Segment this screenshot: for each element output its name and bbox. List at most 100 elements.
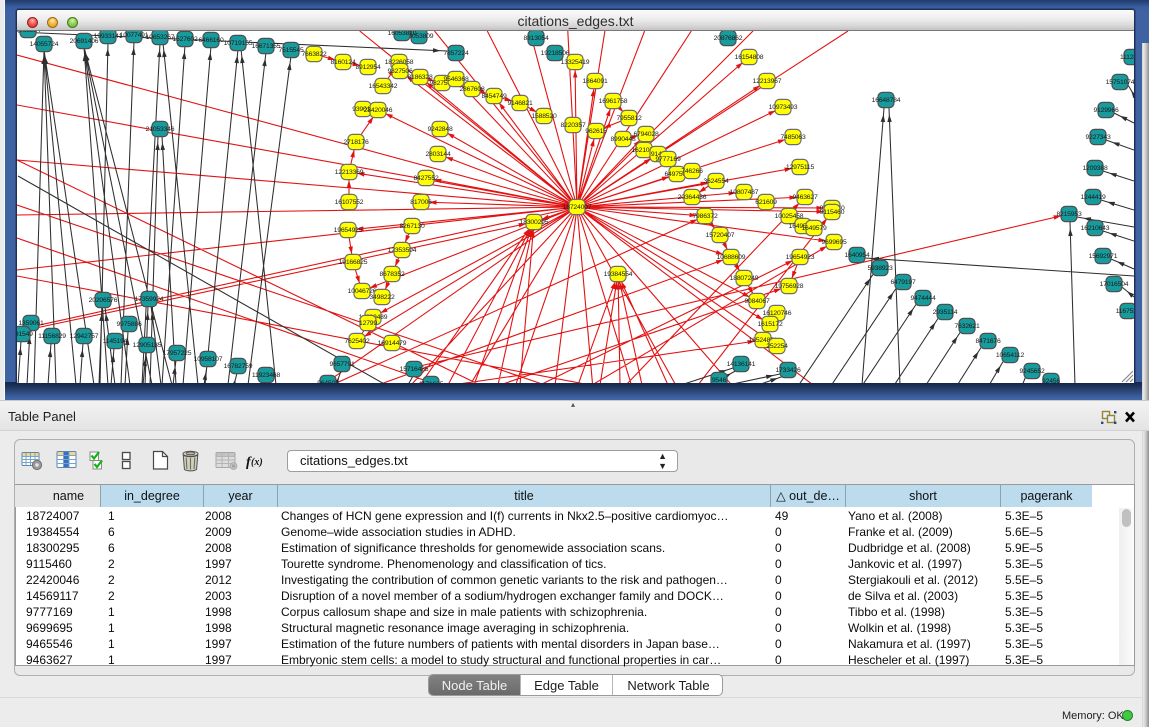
svg-text:7625402: 7625402: [344, 338, 369, 345]
svg-text:20206576: 20206576: [89, 297, 118, 304]
svg-text:12905135: 12905135: [133, 342, 162, 349]
svg-text:10958107: 10958107: [194, 356, 223, 363]
svg-text:1588520: 1588520: [531, 113, 556, 120]
svg-text:7663822: 7663822: [301, 51, 326, 58]
svg-text:8160124: 8160124: [330, 59, 355, 66]
svg-text:19218506: 19218506: [541, 50, 570, 57]
svg-text:15692971: 15692971: [1089, 253, 1118, 260]
svg-text:16210643: 16210643: [1081, 225, 1110, 232]
svg-text:18724007: 18724007: [563, 204, 592, 211]
svg-text:7632621: 7632621: [954, 323, 979, 330]
svg-text:746266: 746266: [681, 168, 703, 175]
svg-text:1615172: 1615172: [757, 321, 782, 328]
svg-text:6466160: 6466160: [198, 37, 223, 44]
svg-text:9146821: 9146821: [507, 100, 532, 107]
svg-text:8215953: 8215953: [1056, 211, 1081, 218]
svg-text:1171635: 1171635: [419, 381, 444, 383]
svg-text:16154808: 16154808: [735, 54, 764, 61]
svg-text:9227343: 9227343: [1085, 134, 1110, 141]
svg-text:15720407: 15720407: [706, 232, 735, 239]
svg-text:21053346: 21053346: [146, 126, 175, 133]
svg-text:5938923: 5938923: [867, 265, 892, 272]
svg-text:14055724: 14055724: [30, 41, 59, 48]
svg-text:2063384: 2063384: [17, 31, 41, 34]
svg-text:9084067: 9084067: [744, 298, 769, 305]
svg-text:1864091: 1864091: [582, 78, 607, 85]
svg-text:962615: 962615: [585, 128, 607, 135]
svg-text:8912954: 8912954: [355, 64, 380, 71]
svg-text:1167533: 1167533: [1116, 308, 1134, 315]
svg-text:92456: 92456: [1042, 378, 1060, 383]
svg-text:16961758: 16961758: [599, 98, 628, 105]
svg-text:9699695: 9699695: [821, 239, 846, 246]
svg-text:13325419: 13325419: [561, 59, 590, 66]
svg-text:17359924: 17359924: [135, 296, 164, 303]
svg-text:1640954: 1640954: [844, 252, 869, 259]
svg-text:11923468: 11923468: [252, 372, 281, 379]
svg-text:9242848: 9242848: [427, 126, 452, 133]
svg-text:8427552: 8427552: [413, 175, 438, 182]
svg-text:20876862: 20876862: [714, 35, 743, 42]
svg-text:19756928: 19756928: [775, 283, 804, 290]
svg-text:15751074: 15751074: [1106, 79, 1134, 86]
svg-text:3498222: 3498222: [369, 294, 394, 301]
svg-text:8471676: 8471676: [975, 338, 1000, 345]
svg-text:14136141: 14136141: [727, 361, 756, 368]
svg-text:9546: 9546: [712, 377, 727, 383]
svg-text:7485063: 7485063: [780, 134, 805, 141]
svg-text:1209388: 1209388: [1082, 165, 1107, 172]
svg-text:7986372: 7986372: [692, 213, 717, 220]
svg-text:12975115: 12975115: [786, 164, 815, 171]
svg-text:16107552: 16107552: [335, 199, 364, 206]
svg-text:1649579: 1649579: [801, 225, 826, 232]
svg-text:964503: 964503: [317, 380, 339, 383]
svg-text:10688609: 10688609: [717, 254, 746, 261]
svg-text:7515545: 7515545: [278, 47, 303, 54]
svg-text:12213369: 12213369: [335, 169, 364, 176]
svg-text:9129966: 9129966: [1093, 107, 1118, 114]
svg-text:16543342: 16543342: [369, 83, 398, 90]
svg-text:16671355: 16671355: [252, 43, 281, 50]
svg-text:10077491: 10077491: [120, 32, 149, 39]
svg-text:9463627: 9463627: [792, 194, 817, 201]
svg-text:8220357: 8220357: [560, 122, 585, 129]
svg-text:1527602: 1527602: [172, 36, 197, 43]
svg-text:2935114: 2935114: [933, 309, 958, 316]
svg-text:17016504: 17016504: [1100, 281, 1129, 288]
svg-text:1145194: 1145194: [103, 338, 128, 345]
svg-text:19933141: 19933141: [94, 33, 123, 40]
svg-text:11156829: 11156829: [38, 333, 66, 340]
svg-text:18807249: 18807249: [730, 275, 759, 282]
svg-text:16648784: 16648784: [872, 97, 901, 104]
svg-text:10653267: 10653267: [146, 34, 175, 41]
svg-text:8454749: 8454749: [481, 93, 506, 100]
svg-text:1244419: 1244419: [1080, 194, 1105, 201]
svg-text:9657791: 9657791: [329, 361, 354, 368]
svg-text:19384554: 19384554: [604, 271, 633, 278]
svg-text:817006: 817006: [410, 199, 432, 206]
svg-text:9474444: 9474444: [910, 295, 935, 302]
svg-text:19654923: 19654923: [786, 254, 815, 261]
svg-text:10719155: 10719155: [224, 40, 253, 47]
svg-text:19166825: 19166825: [339, 259, 368, 266]
svg-text:10973493: 10973493: [769, 104, 798, 111]
svg-text:16914479: 16914479: [378, 340, 407, 347]
svg-text:1733426: 1733426: [775, 367, 800, 374]
svg-text:10807487: 10807487: [730, 189, 759, 196]
svg-text:8813054: 8813054: [523, 35, 548, 42]
svg-text:252254: 252254: [766, 343, 788, 350]
svg-text:16053810: 16053810: [388, 31, 417, 37]
svg-text:9245652: 9245652: [1019, 368, 1044, 375]
svg-text:12213967: 12213967: [753, 78, 782, 85]
svg-text:18300295: 18300295: [520, 219, 549, 226]
svg-text:9777169: 9777169: [655, 156, 680, 163]
svg-text:391549: 391549: [17, 331, 33, 338]
svg-text:9115460: 9115460: [820, 209, 845, 216]
svg-text:16782759: 16782759: [224, 363, 253, 370]
svg-text:2867608: 2867608: [459, 86, 484, 93]
svg-text:8267130: 8267130: [399, 223, 424, 230]
svg-text:8678352: 8678352: [379, 271, 404, 278]
svg-text:10654112: 10654112: [996, 352, 1025, 359]
svg-text:7955812: 7955812: [616, 115, 641, 122]
svg-text:2803144: 2803144: [425, 151, 450, 158]
